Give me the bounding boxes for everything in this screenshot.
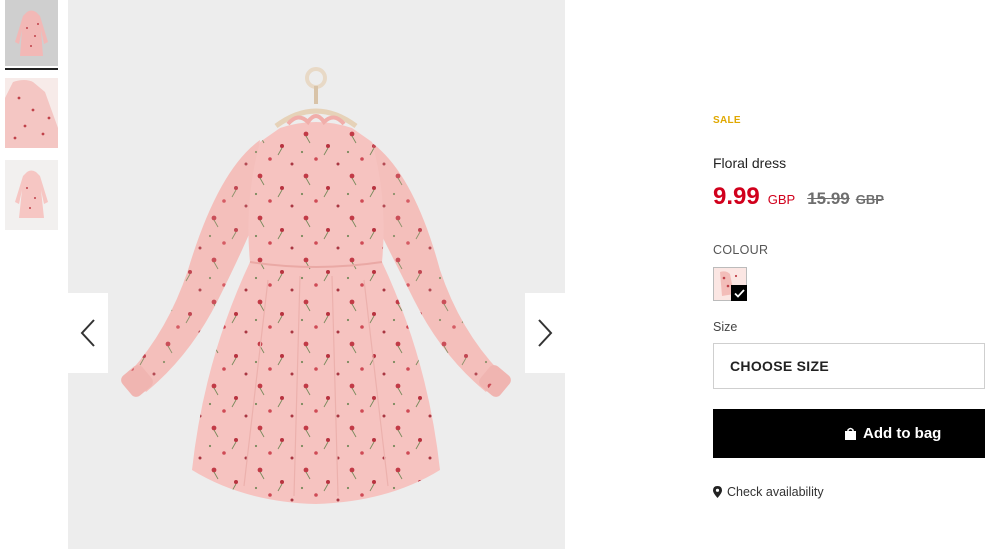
- price-row: 9.99 GBP 15.99 GBP: [713, 183, 884, 211]
- size-dropdown-value: CHOOSE SIZE: [730, 358, 829, 374]
- thumbnail-back[interactable]: [5, 160, 58, 230]
- original-price: 15.99: [807, 189, 850, 208]
- original-price-currency: GBP: [855, 192, 884, 207]
- sale-badge: SALE: [713, 115, 741, 126]
- product-name: Floral dress: [713, 155, 787, 171]
- map-pin-icon: [713, 486, 722, 498]
- size-dropdown[interactable]: CHOOSE SIZE: [713, 343, 985, 389]
- sale-price: 9.99: [713, 183, 760, 210]
- check-availability-link[interactable]: Check availability: [713, 485, 824, 499]
- dress-illustration: [68, 0, 565, 549]
- check-icon: [731, 285, 747, 301]
- sale-price-currency: GBP: [767, 192, 796, 207]
- colour-label: COLOUR: [713, 243, 769, 257]
- shopping-bag-icon: [844, 427, 857, 441]
- thumbnail-strip: [5, 0, 58, 242]
- colour-swatch-selected[interactable]: [713, 267, 747, 301]
- add-to-bag-label: Add to bag: [863, 425, 942, 442]
- chevron-right-icon: [538, 319, 553, 347]
- size-label: Size: [713, 320, 738, 334]
- previous-image-button[interactable]: [68, 293, 108, 373]
- thumbnail-front[interactable]: [5, 0, 58, 66]
- check-availability-label: Check availability: [727, 485, 824, 499]
- product-main-image: [68, 0, 565, 549]
- next-image-button[interactable]: [525, 293, 565, 373]
- chevron-left-icon: [80, 319, 95, 347]
- thumbnail-active-indicator: [5, 68, 58, 70]
- add-to-bag-button[interactable]: Add to bag: [713, 409, 985, 458]
- thumbnail-detail[interactable]: [5, 78, 58, 148]
